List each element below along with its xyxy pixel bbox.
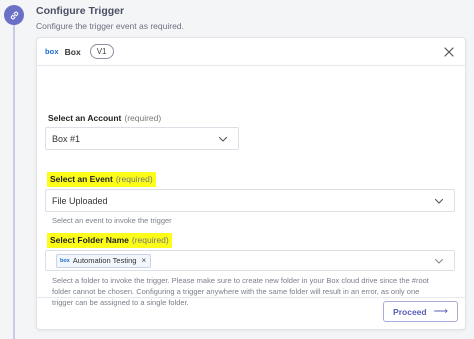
- folder-tag: box Automation Testing ×: [56, 253, 152, 268]
- app-name: Box: [64, 46, 81, 57]
- event-label-highlight: Select an Event (required): [47, 172, 156, 187]
- event-required: (required): [115, 174, 153, 184]
- chevron-down-icon: [434, 256, 444, 268]
- account-select[interactable]: Box #1: [45, 127, 239, 150]
- timeline-line: [13, 20, 15, 339]
- proceed-label: Proceed: [393, 306, 427, 317]
- box-logo: box: [45, 47, 59, 56]
- box-logo: box: [60, 257, 70, 264]
- folder-select[interactable]: box Automation Testing ×: [45, 250, 455, 271]
- folder-help-line: folder cannot be chosen. Configuring a t…: [52, 287, 420, 297]
- arrow-right-icon: ⟶: [433, 306, 448, 317]
- remove-tag-icon[interactable]: ×: [141, 256, 146, 265]
- section-subtitle: Configure the trigger event as required.: [36, 21, 184, 31]
- folder-tag-label: Automation Testing: [72, 256, 137, 265]
- panel-header: box Box V1: [37, 38, 465, 66]
- account-required: (required): [124, 113, 162, 123]
- event-select-value: File Uploaded: [52, 195, 108, 206]
- event-select[interactable]: File Uploaded: [45, 189, 455, 212]
- folder-label-text: Select Folder Name: [50, 235, 129, 245]
- event-label: Select an Event (required): [47, 172, 156, 187]
- folder-required: (required): [131, 235, 169, 245]
- folder-label-highlight: Select Folder Name (required): [47, 233, 172, 248]
- chevron-down-icon: [434, 196, 444, 208]
- folder-help-line: Select a folder to invoke the trigger. P…: [52, 276, 429, 285]
- event-help: Select an event to invoke the trigger: [52, 216, 172, 225]
- trigger-config-panel: box Box V1 Select an Account (required) B…: [36, 37, 466, 330]
- account-select-value: Box #1: [52, 133, 81, 144]
- link-icon: [9, 10, 20, 21]
- event-label-text: Select an Event: [50, 174, 113, 184]
- account-label-text: Select an Account: [48, 113, 122, 123]
- timeline-step-marker: [4, 5, 24, 25]
- proceed-button[interactable]: Proceed ⟶: [383, 301, 458, 322]
- folder-label: Select Folder Name (required): [47, 233, 172, 248]
- chevron-down-icon: [218, 134, 228, 146]
- panel-footer: Proceed ⟶: [37, 297, 465, 330]
- account-label: Select an Account (required): [48, 113, 161, 123]
- panel-body: Select an Account (required) Box #1 Selec…: [37, 66, 465, 307]
- close-icon[interactable]: [443, 45, 455, 57]
- section-title: Configure Trigger: [36, 5, 125, 17]
- version-badge: V1: [89, 44, 114, 59]
